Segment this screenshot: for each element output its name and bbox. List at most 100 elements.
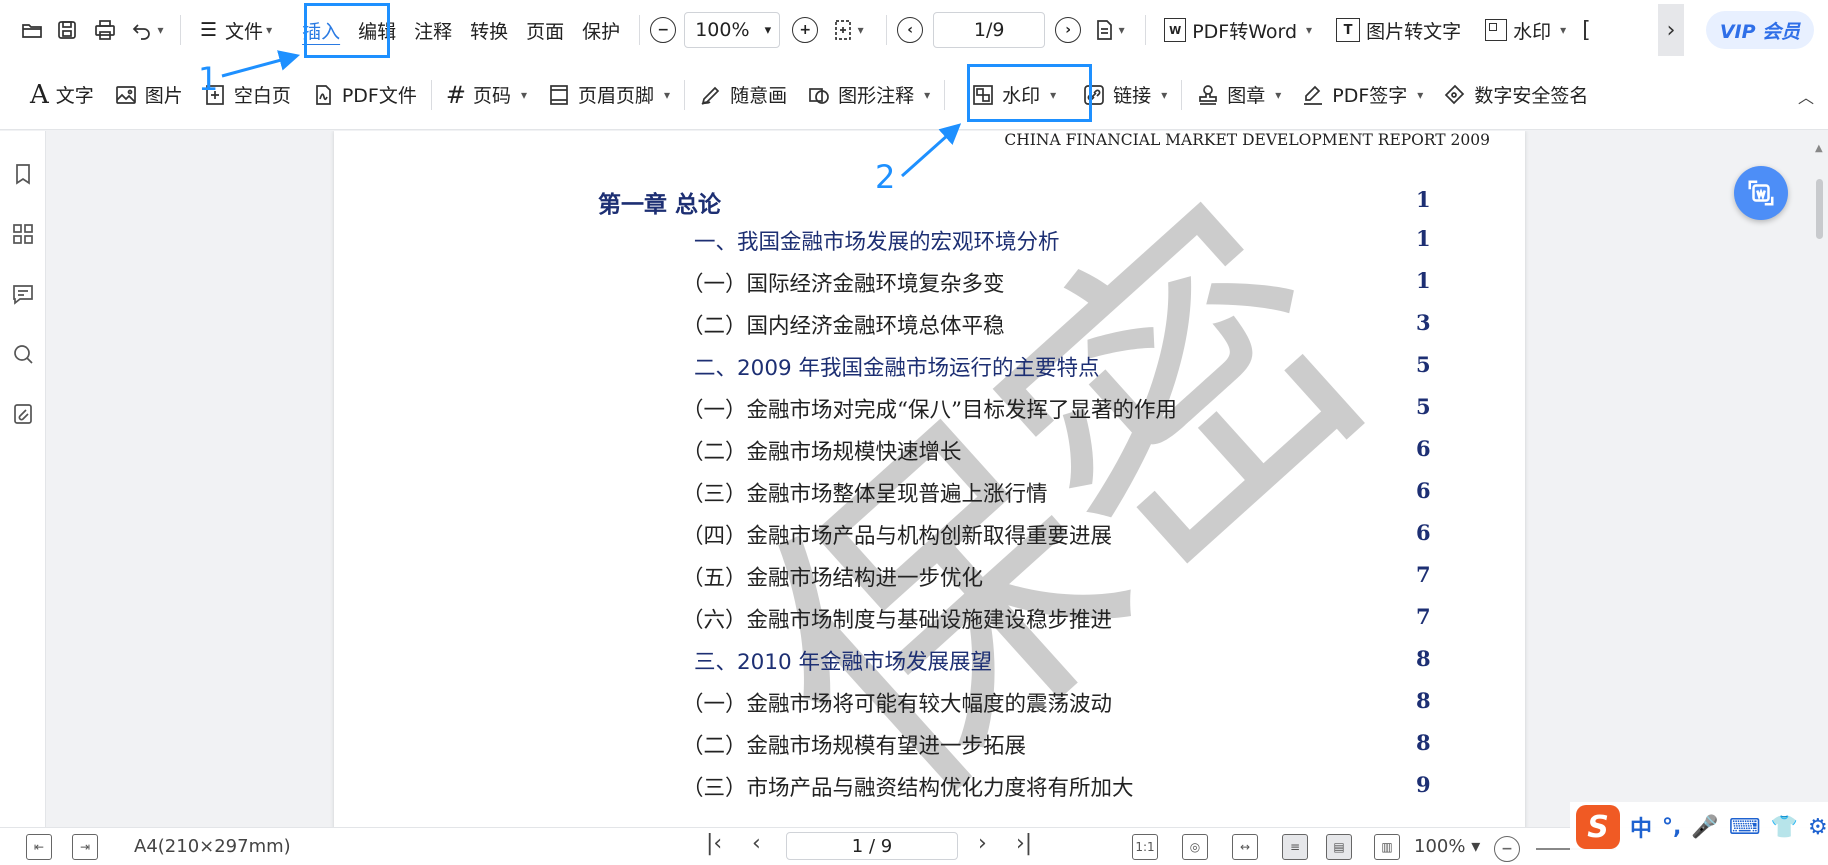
toc-entry[interactable]: （四）金融市场产品与机构创新取得重要进展 (682, 519, 1112, 550)
toc-entry[interactable]: （二）国内经济金融环境总体平稳 (682, 309, 1005, 340)
status-zoom-select[interactable]: 100% ▾ (1414, 836, 1480, 857)
menu-file[interactable]: ☰ 文件 ▾ (191, 10, 281, 50)
toc-entry[interactable]: （一）金融市场将可能有较大幅度的震荡波动 (682, 687, 1112, 718)
microphone-icon[interactable]: 🎤 (1691, 815, 1718, 840)
fit-window-icon[interactable]: ◎ (1182, 834, 1208, 860)
shape-icon (809, 87, 829, 104)
menu-page[interactable]: 页面 (517, 10, 573, 50)
toc-entry[interactable]: （三）市场产品与融资结构优化力度将有所加大 (682, 771, 1134, 802)
stamp-icon (1199, 84, 1218, 105)
paper-size-label: A4(210×297mm) (134, 836, 291, 857)
bookmark-icon[interactable] (8, 159, 38, 189)
image-to-text-button[interactable]: T 图片转文字 (1328, 10, 1469, 50)
vip-member-button[interactable]: VIP 会员 (1706, 11, 1814, 49)
pdf-sign-button[interactable]: PDF签字 ▾ (1291, 73, 1433, 117)
digital-signature-button[interactable]: 数字安全签名 (1433, 73, 1598, 117)
toc-entry[interactable]: 第一章 总论 (598, 185, 721, 219)
next-page-icon[interactable]: › (1055, 17, 1082, 43)
highlight-insert-menu (304, 3, 390, 58)
menu-convert[interactable]: 转换 (461, 10, 517, 50)
toc-entry[interactable]: 三、2010 年金融市场发展展望 (694, 645, 992, 676)
header-footer-button[interactable]: 页眉页脚 ▾ (537, 73, 680, 117)
insert-image-button[interactable]: 图片 (104, 73, 193, 117)
ocr-icon: T (1336, 18, 1361, 42)
continuous-view-icon[interactable]: ≡ (1282, 834, 1308, 860)
last-page-icon[interactable]: ›| (1016, 831, 1032, 856)
page-indicator-input[interactable]: 1/9 (933, 12, 1046, 48)
hamburger-icon: ☰ (200, 19, 218, 41)
translate-icon (1748, 180, 1774, 206)
ai-assistant-float-button[interactable] (1734, 166, 1788, 220)
ime-language-toggle[interactable]: 中 (1630, 811, 1652, 843)
toc-entry[interactable]: 二、2009 年我国金融市场运行的主要特点 (694, 351, 1100, 382)
toc-page-number: 5 (1416, 352, 1431, 377)
collapse-left-icon[interactable]: ⇤ (26, 833, 52, 860)
toc-page-number: 1 (1416, 187, 1431, 212)
zoom-in-icon[interactable]: + (792, 17, 819, 43)
keyboard-icon[interactable]: ⌨ (1729, 815, 1761, 840)
document-viewport[interactable]: CHINA FINANCIAL MARKET DEVELOPMENT REPOR… (46, 131, 1812, 827)
toc-page-number: 6 (1416, 478, 1431, 503)
toc-entry[interactable]: （三）金融市场整体呈现普遍上涨行情 (682, 477, 1048, 508)
save-icon[interactable] (48, 10, 86, 50)
freehand-draw-button[interactable]: 随意画 (689, 73, 797, 117)
shape-annotation-button[interactable]: 图形注释 ▾ (797, 73, 940, 117)
status-zoom-out-icon[interactable]: − (1494, 836, 1520, 862)
page-number-button[interactable]: # 页码 ▾ (436, 73, 537, 117)
left-sidebar (0, 131, 46, 827)
menu-annotate[interactable]: 注释 (405, 10, 461, 50)
attachment-icon[interactable] (8, 399, 38, 429)
status-page-input[interactable]: 1 / 9 (786, 832, 958, 860)
toc-entry[interactable]: （五）金融市场结构进一步优化 (682, 561, 983, 592)
toc-entry[interactable]: （一）国际经济金融环境复杂多变 (682, 267, 1005, 298)
undo-icon[interactable]: ▾ (124, 10, 170, 50)
pdf-to-word-button[interactable]: W PDF转Word ▾ (1156, 10, 1320, 50)
open-folder-icon[interactable] (16, 10, 48, 50)
pen-icon (701, 86, 720, 105)
print-icon[interactable] (86, 10, 124, 50)
thumbnails-icon[interactable] (8, 219, 38, 249)
search-icon[interactable] (8, 339, 38, 369)
first-page-icon[interactable]: |‹ (706, 831, 722, 856)
toc-entry[interactable]: （六）金融市场制度与基础设施建设稳步推进 (682, 603, 1112, 634)
header-footer-icon (550, 84, 568, 105)
pdf-file-icon (315, 84, 331, 105)
menu-protect[interactable]: 保护 (573, 10, 629, 50)
toc-entry[interactable]: 一、我国金融市场发展的宏观环境分析 (694, 225, 1060, 256)
prev-page-icon[interactable]: ‹ (897, 17, 924, 43)
insert-text-button[interactable]: A 文字 (20, 73, 104, 117)
ime-punctuation-toggle[interactable]: °, (1662, 815, 1681, 840)
stamp-button[interactable]: 图章 ▾ (1186, 73, 1291, 117)
toc-entry[interactable]: （二）金融市场规模快速增长 (682, 435, 962, 466)
scrollbar-thumb[interactable] (1816, 179, 1823, 239)
fit-width-icon[interactable]: ↔ (1232, 834, 1258, 860)
next-page-icon-status[interactable]: › (978, 831, 987, 856)
zoom-out-icon[interactable]: − (650, 17, 677, 43)
page-layout-icon[interactable]: ▾ (1081, 10, 1135, 50)
vertical-scrollbar[interactable]: ▲ (1812, 131, 1828, 827)
insert-pdf-file-button[interactable]: PDF文件 (301, 73, 427, 117)
collapse-ribbon-icon[interactable]: ︿ (1798, 84, 1814, 108)
fit-page-icon[interactable]: ▾ (818, 10, 876, 50)
skin-icon[interactable]: 👕 (1771, 815, 1798, 840)
sogou-logo-icon[interactable]: S (1576, 805, 1620, 849)
previous-page-icon[interactable]: ‹ (752, 831, 761, 856)
truncated-tool-icon: [ (1582, 17, 1591, 43)
two-page-icon[interactable]: ▥ (1374, 834, 1400, 860)
pdf-page: CHINA FINANCIAL MARKET DEVELOPMENT REPOR… (334, 131, 1525, 827)
toc-entry[interactable]: （一）金融市场对完成“保八”目标发挥了显著的作用 (682, 393, 1177, 424)
ime-tools-icon[interactable]: ⚙ (1808, 815, 1828, 840)
more-tools-arrow-icon[interactable]: › (1658, 4, 1684, 56)
single-page-icon[interactable]: ▤ (1326, 834, 1352, 860)
actual-size-icon[interactable]: 1:1 (1132, 834, 1158, 860)
toc-page-number: 5 (1416, 394, 1431, 419)
watermark-menu-button[interactable]: 水印 ▾ (1477, 10, 1574, 50)
zoom-select[interactable]: 100% ▾ (684, 12, 781, 48)
toc-entry[interactable]: （二）金融市场规模有望进一步拓展 (682, 729, 1026, 760)
scroll-up-icon[interactable]: ▲ (1815, 143, 1823, 154)
toc-page-number: 9 (1416, 772, 1431, 797)
toc-page-number: 7 (1416, 604, 1431, 629)
signature-icon (1304, 85, 1323, 105)
expand-right-icon[interactable]: ⇥ (72, 833, 98, 860)
comments-icon[interactable] (8, 279, 38, 309)
